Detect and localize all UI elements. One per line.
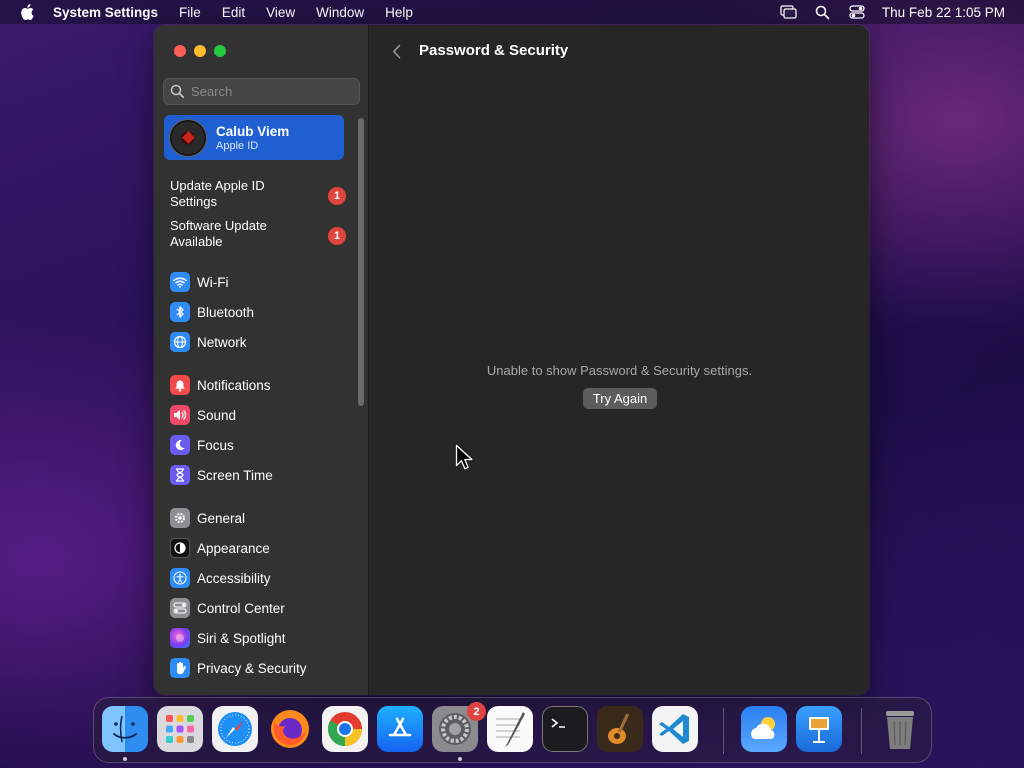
menu-bar: System Settings File Edit View Window He…: [0, 0, 1024, 24]
close-button[interactable]: [174, 45, 186, 57]
firefox-icon[interactable]: [267, 706, 313, 752]
notice-badge: 1: [328, 187, 346, 205]
sidebar-item-label: Sound: [197, 407, 237, 423]
dock-badge: 2: [467, 702, 486, 721]
vscode-icon[interactable]: [652, 706, 698, 752]
spotlight-search-icon[interactable]: [814, 3, 832, 21]
keynote-icon[interactable]: [796, 706, 842, 752]
app-store-icon[interactable]: [377, 706, 423, 752]
sidebar-item-general[interactable]: General: [170, 505, 245, 531]
garageband-icon[interactable]: [597, 706, 643, 752]
screen-mirroring-icon[interactable]: [780, 3, 798, 21]
search-icon: [170, 84, 186, 100]
dock-separator: [861, 708, 862, 754]
update-apple-id-notice[interactable]: Update Apple ID Settings 1: [170, 178, 346, 212]
sidebar-item-accessibility[interactable]: Accessibility: [170, 565, 271, 591]
launchpad-icon[interactable]: [157, 706, 203, 752]
sidebar-item-network[interactable]: Network: [170, 329, 247, 355]
accessibility-icon: [170, 568, 190, 588]
sidebar-scrollbar[interactable]: [358, 118, 364, 406]
sidebar-item-label: General: [197, 510, 246, 526]
content-pane: Password & Security Unable to show Passw…: [370, 25, 869, 695]
running-indicator: [123, 757, 127, 761]
system-settings-window: Calub Viem Apple ID Update Apple ID Sett…: [154, 25, 869, 695]
finder-icon[interactable]: [102, 706, 148, 752]
focus-icon: [170, 435, 190, 455]
search-field[interactable]: [163, 78, 360, 105]
apple-menu-icon[interactable]: [18, 0, 36, 24]
appearance-icon: [170, 538, 190, 558]
sidebar-item-control-center[interactable]: Control Center: [170, 595, 285, 621]
sidebar-item-label: Appearance: [197, 540, 270, 556]
control-center-icon: [170, 598, 190, 618]
sidebar-item-appearance[interactable]: Appearance: [170, 535, 270, 561]
dock-separator: [723, 708, 724, 754]
sidebar-item-label: Control Center: [197, 600, 285, 616]
zoom-button[interactable]: [214, 45, 226, 57]
safari-icon[interactable]: [212, 706, 258, 752]
sidebar: Calub Viem Apple ID Update Apple ID Sett…: [154, 25, 369, 695]
sidebar-item-screen-time[interactable]: Screen Time: [170, 462, 273, 488]
notice-badge: 1: [328, 227, 346, 245]
terminal-icon[interactable]: [542, 706, 588, 752]
textedit-icon[interactable]: [487, 706, 533, 752]
software-update-notice[interactable]: Software Update Available 1: [170, 218, 346, 252]
menu-window[interactable]: Window: [316, 5, 364, 20]
network-icon: [170, 332, 190, 352]
back-button[interactable]: [388, 41, 404, 61]
sidebar-item-label: Network: [197, 334, 247, 350]
screen-time-icon: [170, 465, 190, 485]
trash-icon[interactable]: [877, 706, 923, 752]
notice-label: Update Apple ID Settings: [170, 178, 265, 209]
sidebar-item-privacy-security[interactable]: Privacy & Security: [170, 655, 307, 681]
sidebar-item-label: Screen Time: [197, 467, 273, 483]
siri-icon: [170, 628, 190, 648]
chevron-left-icon: [392, 44, 400, 58]
error-message: Unable to show Password & Security setti…: [486, 363, 753, 378]
general-icon: [170, 508, 190, 528]
wifi-icon: [170, 272, 190, 292]
sidebar-item-label: Bluetooth: [197, 304, 255, 320]
sidebar-item-siri-spotlight[interactable]: Siri & Spotlight: [170, 625, 286, 651]
running-indicator: [458, 757, 462, 761]
apple-id-account[interactable]: Calub Viem Apple ID: [164, 115, 344, 160]
sidebar-item-focus[interactable]: Focus: [170, 432, 234, 458]
notice-label: Software Update Available: [170, 218, 267, 249]
menu-app-name[interactable]: System Settings: [53, 5, 158, 20]
privacy-hand-icon: [170, 658, 190, 678]
sidebar-item-label: Siri & Spotlight: [197, 630, 286, 646]
menu-edit[interactable]: Edit: [222, 5, 245, 20]
mouse-pointer-icon: [455, 444, 473, 470]
minimize-button[interactable]: [194, 45, 206, 57]
menu-view[interactable]: View: [266, 5, 295, 20]
sidebar-item-label: Focus: [197, 437, 234, 453]
try-again-button[interactable]: Try Again: [583, 388, 657, 409]
sidebar-item-sound[interactable]: Sound: [170, 402, 236, 428]
account-subtitle: Apple ID: [216, 139, 259, 152]
notifications-icon: [170, 375, 190, 395]
chrome-icon[interactable]: [322, 706, 368, 752]
sound-icon: [170, 405, 190, 425]
weather-icon[interactable]: [741, 706, 787, 752]
menu-help[interactable]: Help: [385, 5, 413, 20]
sidebar-item-bluetooth[interactable]: Bluetooth: [170, 299, 254, 325]
sidebar-item-notifications[interactable]: Notifications: [170, 372, 271, 398]
account-name: Calub Viem: [216, 123, 290, 139]
sidebar-item-label: Privacy & Security: [197, 660, 307, 676]
sidebar-item-label: Wi-Fi: [197, 274, 229, 290]
menu-clock[interactable]: Thu Feb 22 1:05 PM: [882, 5, 1005, 20]
menu-file[interactable]: File: [179, 5, 201, 20]
sidebar-item-label: Notifications: [197, 377, 271, 393]
bluetooth-icon: [170, 302, 190, 322]
page-title: Password & Security: [419, 42, 569, 59]
sidebar-item-label: Accessibility: [197, 570, 271, 586]
control-center-icon[interactable]: [848, 3, 866, 21]
avatar: [169, 118, 207, 157]
window-controls: [174, 45, 234, 57]
search-input[interactable]: [191, 84, 351, 99]
dock: 2: [93, 697, 932, 763]
sidebar-item-wifi[interactable]: Wi-Fi: [170, 269, 228, 295]
